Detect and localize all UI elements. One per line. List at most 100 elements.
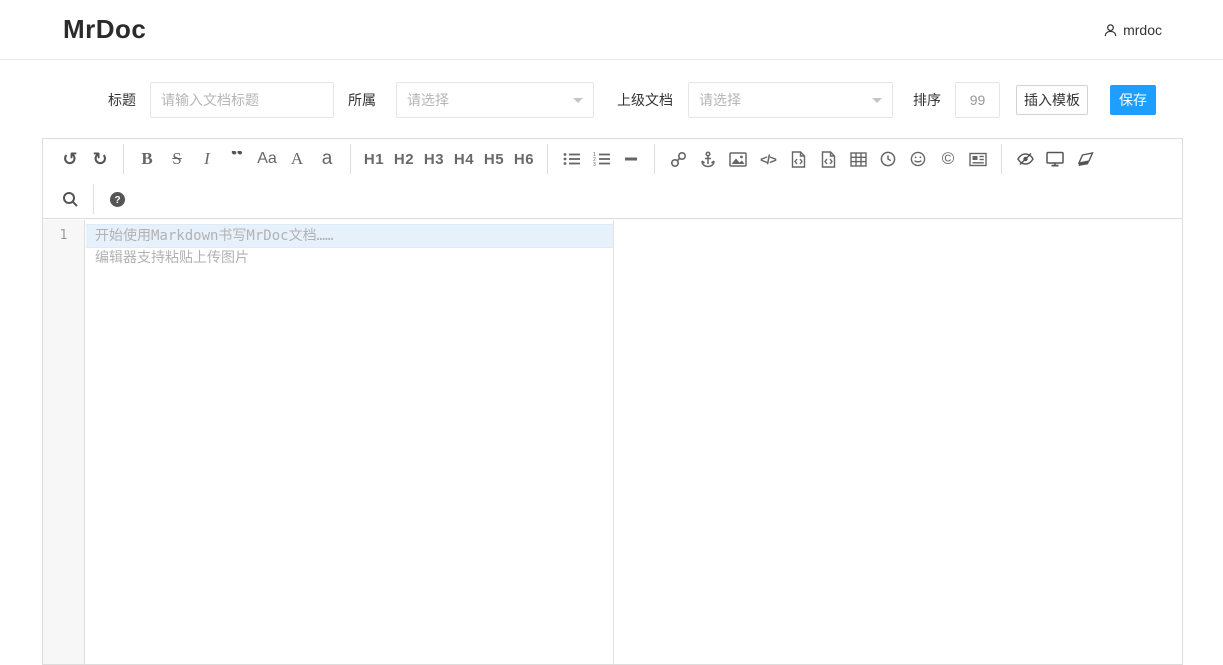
strikethrough-button[interactable]: S — [163, 144, 191, 174]
copyright-icon: © — [942, 149, 955, 169]
editor-toolbar: ↺ ↻ B S I “ Aa A a H1 H2 H3 H4 H5 H6 — [43, 139, 1182, 219]
parent-doc-label: 上级文档 — [617, 82, 673, 118]
bold-icon: B — [141, 149, 152, 169]
h5-icon: H5 — [484, 151, 504, 168]
datetime-button[interactable] — [874, 144, 902, 174]
hr-icon — [624, 151, 638, 167]
h2-button[interactable]: H2 — [390, 144, 418, 174]
h3-button[interactable]: H3 — [420, 144, 448, 174]
image-icon — [729, 152, 747, 167]
uppercase-button[interactable]: A — [283, 144, 311, 174]
file-code-block-icon — [821, 151, 836, 168]
ucwords-button[interactable]: Aa — [253, 144, 281, 174]
code-button[interactable]: </> — [754, 144, 782, 174]
code-input-area[interactable]: 开始使用Markdown书写MrDoc文档…… 编辑器支持粘贴上传图片 — [86, 220, 613, 664]
code-icon: </> — [760, 152, 776, 167]
toolbar-separator — [1001, 144, 1002, 174]
monitor-icon — [1046, 151, 1064, 167]
h6-icon: H6 — [514, 151, 534, 168]
link-icon — [670, 151, 687, 168]
help-icon: ? — [109, 191, 126, 208]
code-block-button[interactable] — [814, 144, 842, 174]
markdown-editor: ↺ ↻ B S I “ Aa A a H1 H2 H3 H4 H5 H6 — [42, 138, 1183, 665]
search-icon — [62, 191, 79, 208]
clear-button[interactable] — [1071, 144, 1099, 174]
h4-button[interactable]: H4 — [450, 144, 478, 174]
preformatted-text-button[interactable] — [784, 144, 812, 174]
html-entities-button[interactable]: © — [934, 144, 962, 174]
h1-icon: H1 — [364, 151, 384, 168]
markdown-preview-pane — [615, 220, 1182, 664]
insert-template-button[interactable]: 插入模板 — [1016, 85, 1088, 115]
redo-button[interactable]: ↻ — [86, 144, 114, 174]
link-button[interactable] — [664, 144, 692, 174]
save-button[interactable]: 保存 — [1110, 85, 1156, 115]
lowercase-icon: a — [322, 148, 333, 170]
h1-button[interactable]: H1 — [360, 144, 388, 174]
uppercase-icon: A — [291, 149, 303, 169]
horizontal-rule-button[interactable] — [617, 144, 645, 174]
undo-button[interactable]: ↺ — [56, 144, 84, 174]
italic-button[interactable]: I — [193, 144, 221, 174]
svg-text:3: 3 — [593, 162, 596, 167]
h6-button[interactable]: H6 — [510, 144, 538, 174]
toolbar-separator — [123, 144, 124, 174]
sort-input[interactable] — [955, 82, 1000, 118]
help-button[interactable]: ? — [103, 184, 131, 214]
h3-icon: H3 — [424, 151, 444, 168]
ucwords-icon: Aa — [257, 150, 277, 168]
preview-button[interactable] — [1041, 144, 1069, 174]
toolbar-separator — [93, 184, 94, 214]
ordered-list-button[interactable]: 123 — [587, 144, 615, 174]
unordered-list-button[interactable] — [557, 144, 585, 174]
lowercase-button[interactable]: a — [313, 144, 341, 174]
italic-icon: I — [204, 149, 210, 169]
emoji-button[interactable] — [904, 144, 932, 174]
table-icon — [850, 152, 867, 167]
strikethrough-icon: S — [172, 149, 181, 169]
parent-doc-select-value: 请选择 — [699, 83, 741, 117]
toolbar-separator — [654, 144, 655, 174]
editor-placeholder-line-2: 编辑器支持粘贴上传图片 — [86, 247, 613, 269]
toolbar-separator — [547, 144, 548, 174]
pagebreak-button[interactable] — [964, 144, 992, 174]
image-button[interactable] — [724, 144, 752, 174]
editor-placeholder-line-1: 开始使用Markdown书写MrDoc文档…… — [86, 225, 613, 247]
watch-toggle-button[interactable] — [1011, 144, 1039, 174]
table-button[interactable] — [844, 144, 872, 174]
project-select[interactable]: 请选择 — [396, 82, 594, 118]
redo-icon: ↻ — [92, 149, 107, 170]
toolbar-row-2: ? — [43, 179, 1182, 219]
project-label: 所属 — [348, 82, 376, 118]
markdown-edit-pane[interactable]: 1 开始使用Markdown书写MrDoc文档…… 编辑器支持粘贴上传图片 — [43, 220, 614, 664]
anchor-button[interactable] — [694, 144, 722, 174]
sort-label: 排序 — [913, 82, 941, 118]
list-ol-icon: 123 — [593, 151, 610, 167]
eraser-icon — [1077, 152, 1094, 167]
toolbar-row-1: ↺ ↻ B S I “ Aa A a H1 H2 H3 H4 H5 H6 — [43, 139, 1182, 179]
chevron-down-icon — [872, 98, 882, 103]
h4-icon: H4 — [454, 151, 474, 168]
svg-text:?: ? — [114, 195, 120, 206]
project-select-value: 请选择 — [407, 83, 449, 117]
user-icon — [1103, 23, 1118, 38]
file-code-icon — [791, 151, 806, 168]
parent-doc-select[interactable]: 请选择 — [688, 82, 893, 118]
h5-button[interactable]: H5 — [480, 144, 508, 174]
app-logo[interactable]: MrDoc — [63, 14, 146, 45]
undo-icon: ↺ — [62, 149, 77, 170]
mrdoc-new-document-page: MrDoc mrdoc 标题 所属 请选择 上级文档 请选择 排序 插入模板 保… — [0, 0, 1223, 665]
chevron-down-icon — [573, 98, 583, 103]
line-number-gutter: 1 — [43, 220, 85, 664]
clock-icon — [880, 151, 896, 167]
h2-icon: H2 — [394, 151, 414, 168]
username-label: mrdoc — [1123, 22, 1162, 38]
editor-body: 1 开始使用Markdown书写MrDoc文档…… 编辑器支持粘贴上传图片 — [43, 220, 1182, 664]
quote-button[interactable]: “ — [223, 144, 251, 174]
search-button[interactable] — [56, 184, 84, 214]
title-label: 标题 — [108, 82, 136, 118]
user-menu[interactable]: mrdoc — [1103, 20, 1162, 40]
bold-button[interactable]: B — [133, 144, 161, 174]
toolbar-separator — [350, 144, 351, 174]
title-input[interactable] — [150, 82, 334, 118]
